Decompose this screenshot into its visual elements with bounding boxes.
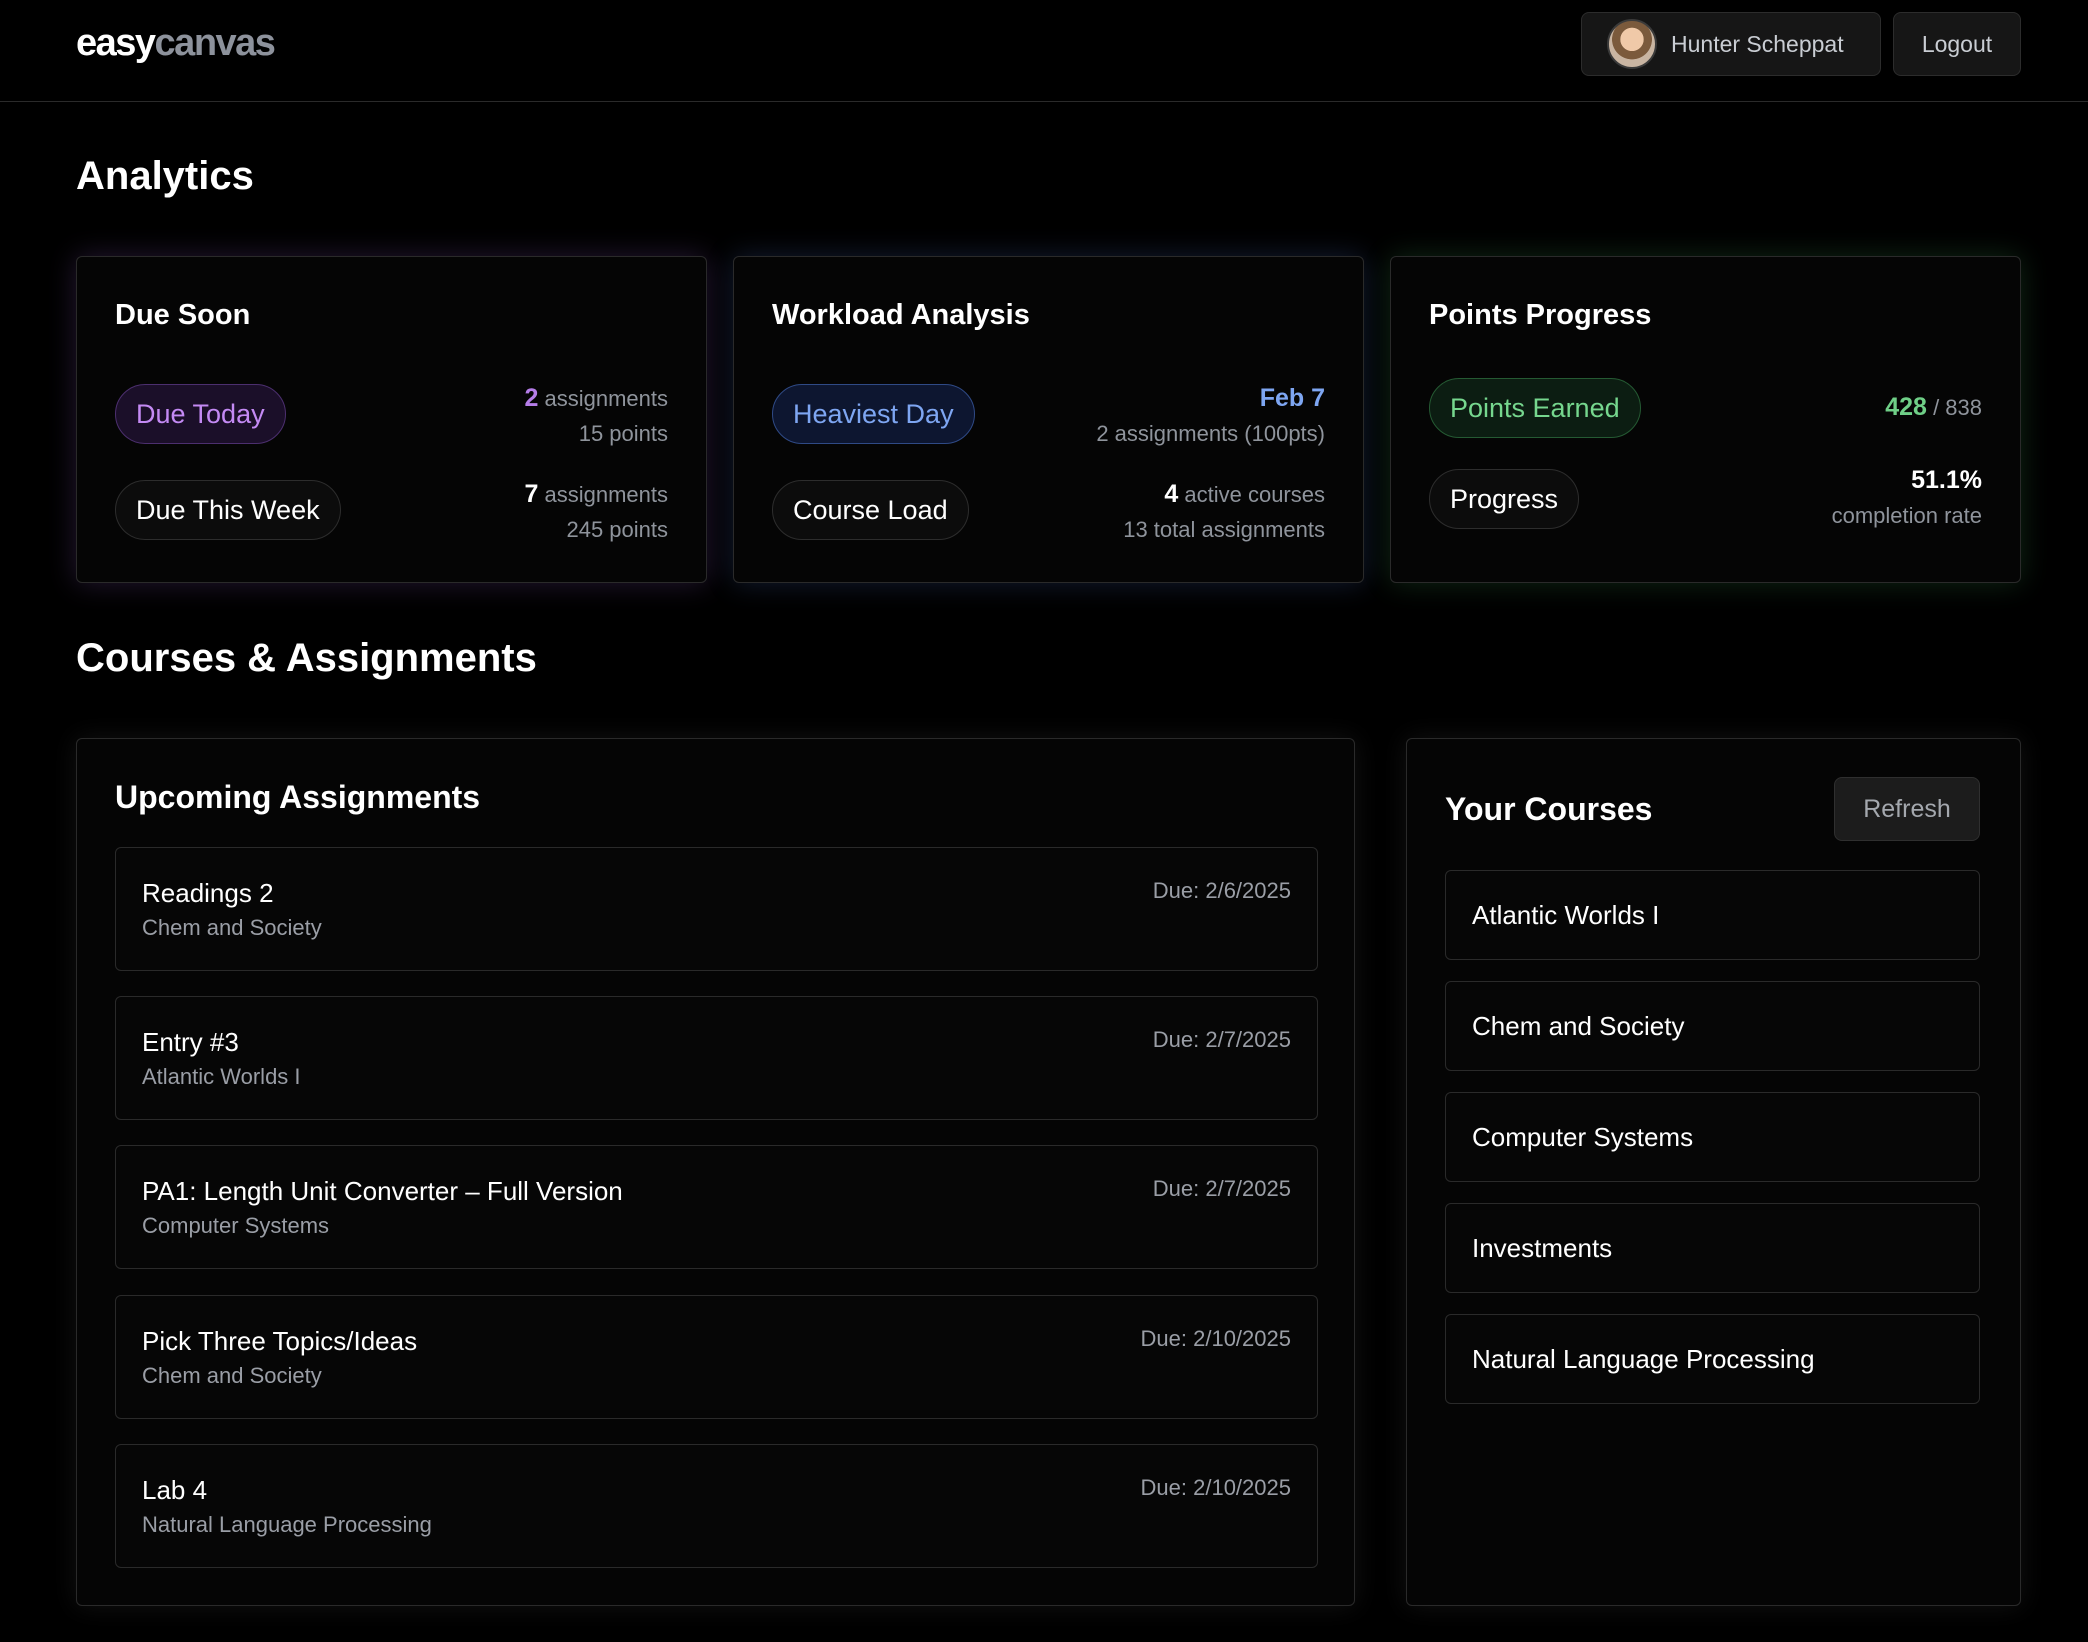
progress-badge: Progress — [1429, 469, 1580, 529]
due-this-week-points: 245 points — [566, 517, 668, 542]
due-today-count-unit: assignments — [544, 386, 668, 411]
points-earned-value: 428 — [1885, 393, 1927, 421]
assignment-course: Atlantic Worlds I — [142, 1064, 301, 1089]
courses-assignments-heading: Courses & Assignments — [76, 636, 537, 680]
upcoming-assignments-title: Upcoming Assignments — [115, 779, 481, 815]
logo[interactable]: easycanvas — [76, 22, 276, 65]
points-total: / 838 — [1933, 395, 1982, 420]
upcoming-assignments-card: Upcoming Assignments Readings 2 Chem and… — [76, 738, 1355, 1606]
assignment-course: Chem and Society — [142, 915, 322, 940]
user-profile-button[interactable]: Hunter Scheppat — [1581, 12, 1881, 76]
assignment-name: Entry #3 — [142, 1027, 239, 1057]
active-courses-count: 4 — [1164, 480, 1179, 508]
assignment-item[interactable]: Pick Three Topics/Ideas Chem and Society… — [115, 1295, 1318, 1419]
completion-rate-label: completion rate — [1831, 503, 1982, 528]
refresh-button[interactable]: Refresh — [1834, 777, 1980, 841]
progress-stats: 51.1% completion rate — [1832, 463, 1982, 533]
analytics-heading: Analytics — [76, 154, 254, 198]
points-progress-card: Points Progress Points Earned 428 / 838 … — [1390, 256, 2021, 583]
course-item[interactable]: Computer Systems — [1445, 1092, 1980, 1182]
heaviest-day-badge: Heaviest Day — [772, 384, 975, 444]
course-item[interactable]: Atlantic Worlds I — [1445, 870, 1980, 960]
due-soon-card: Due Soon Due Today 2 assignments 15 poin… — [76, 256, 707, 583]
assignment-name: Lab 4 — [142, 1475, 208, 1505]
points-earned-badge: Points Earned — [1429, 378, 1641, 438]
assignment-item[interactable]: Entry #3 Atlantic Worlds I Due: 2/7/2025 — [115, 996, 1318, 1120]
user-name: Hunter Scheppat — [1671, 30, 1844, 57]
due-today-points: 15 points — [578, 421, 668, 446]
course-item[interactable]: Natural Language Processing — [1445, 1314, 1980, 1404]
active-courses-unit: active courses — [1184, 482, 1325, 507]
due-today-count: 2 — [524, 384, 539, 412]
assignment-name: Pick Three Topics/Ideas — [142, 1326, 418, 1356]
heaviest-day-detail: 2 assignments (100pts) — [1096, 421, 1325, 446]
course-item[interactable]: Investments — [1445, 1203, 1980, 1293]
points-progress-title: Points Progress — [1429, 299, 1652, 331]
top-bar: easycanvas Hunter Scheppat Logout — [0, 0, 2088, 102]
your-courses-title: Your Courses — [1445, 791, 1653, 827]
assignment-due-date: Due: 2/10/2025 — [1140, 1326, 1291, 1351]
due-this-week-stats: 7 assignments 245 points — [524, 477, 668, 547]
logo-text-canvas: canvas — [154, 22, 276, 64]
due-this-week-count: 7 — [524, 480, 539, 508]
workload-analysis-card: Workload Analysis Heaviest Day Feb 7 2 a… — [733, 256, 1364, 583]
assignment-item[interactable]: Lab 4 Natural Language Processing Due: 2… — [115, 1444, 1318, 1568]
due-this-week-count-unit: assignments — [544, 482, 668, 507]
assignment-due-date: Due: 2/7/2025 — [1152, 1176, 1291, 1201]
assignment-name: PA1: Length Unit Converter – Full Versio… — [142, 1176, 623, 1206]
avatar — [1607, 19, 1657, 69]
logo-text-easy: easy — [76, 22, 156, 64]
points-earned-stats: 428 / 838 — [1885, 390, 1982, 425]
course-load-badge: Course Load — [772, 480, 969, 540]
assignment-due-date: Due: 2/10/2025 — [1140, 1475, 1291, 1500]
your-courses-card: Your Courses Refresh Atlantic Worlds I C… — [1406, 738, 2021, 1606]
logout-button[interactable]: Logout — [1893, 12, 2021, 76]
total-assignments: 13 total assignments — [1123, 517, 1325, 542]
heaviest-day-stats: Feb 7 2 assignments (100pts) — [1096, 381, 1325, 451]
assignment-course: Natural Language Processing — [142, 1512, 432, 1537]
assignment-course: Computer Systems — [142, 1213, 330, 1238]
due-today-badge: Due Today — [115, 384, 286, 444]
completion-rate-value: 51.1% — [1911, 466, 1982, 494]
assignment-name: Readings 2 — [142, 878, 274, 908]
course-item[interactable]: Chem and Society — [1445, 981, 1980, 1071]
workload-analysis-title: Workload Analysis — [772, 299, 1030, 331]
due-this-week-badge: Due This Week — [115, 480, 341, 540]
assignment-due-date: Due: 2/7/2025 — [1152, 1027, 1291, 1052]
assignment-due-date: Due: 2/6/2025 — [1152, 878, 1291, 903]
due-soon-title: Due Soon — [115, 299, 251, 331]
assignment-item[interactable]: PA1: Length Unit Converter – Full Versio… — [115, 1145, 1318, 1269]
assignment-course: Chem and Society — [142, 1363, 322, 1388]
assignment-item[interactable]: Readings 2 Chem and Society Due: 2/6/202… — [115, 847, 1318, 971]
course-load-stats: 4 active courses 13 total assignments — [1123, 477, 1325, 547]
due-today-stats: 2 assignments 15 points — [524, 381, 668, 451]
heaviest-day-date: Feb 7 — [1259, 384, 1325, 412]
